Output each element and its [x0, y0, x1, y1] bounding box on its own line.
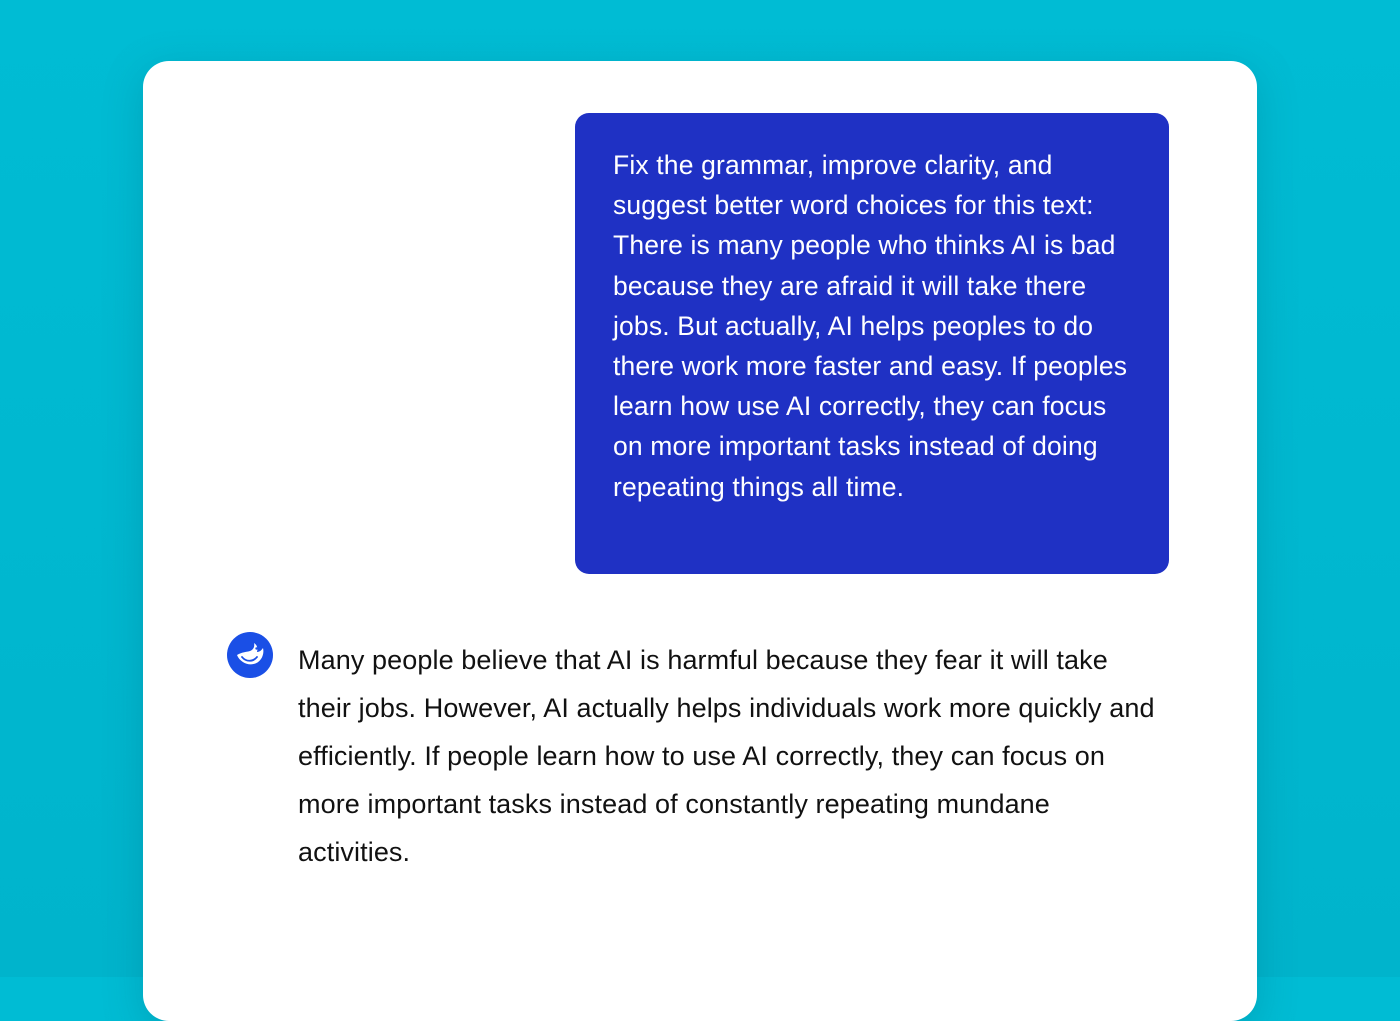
chat-card: Fix the grammar, improve clarity, and su…	[143, 61, 1257, 1021]
assistant-message-text: Many people believe that AI is harmful b…	[298, 645, 1155, 867]
user-message-bubble: Fix the grammar, improve clarity, and su…	[575, 113, 1169, 574]
assistant-avatar	[227, 632, 273, 678]
whale-logo-icon	[237, 643, 264, 665]
user-message-text: Fix the grammar, improve clarity, and su…	[613, 150, 1128, 502]
